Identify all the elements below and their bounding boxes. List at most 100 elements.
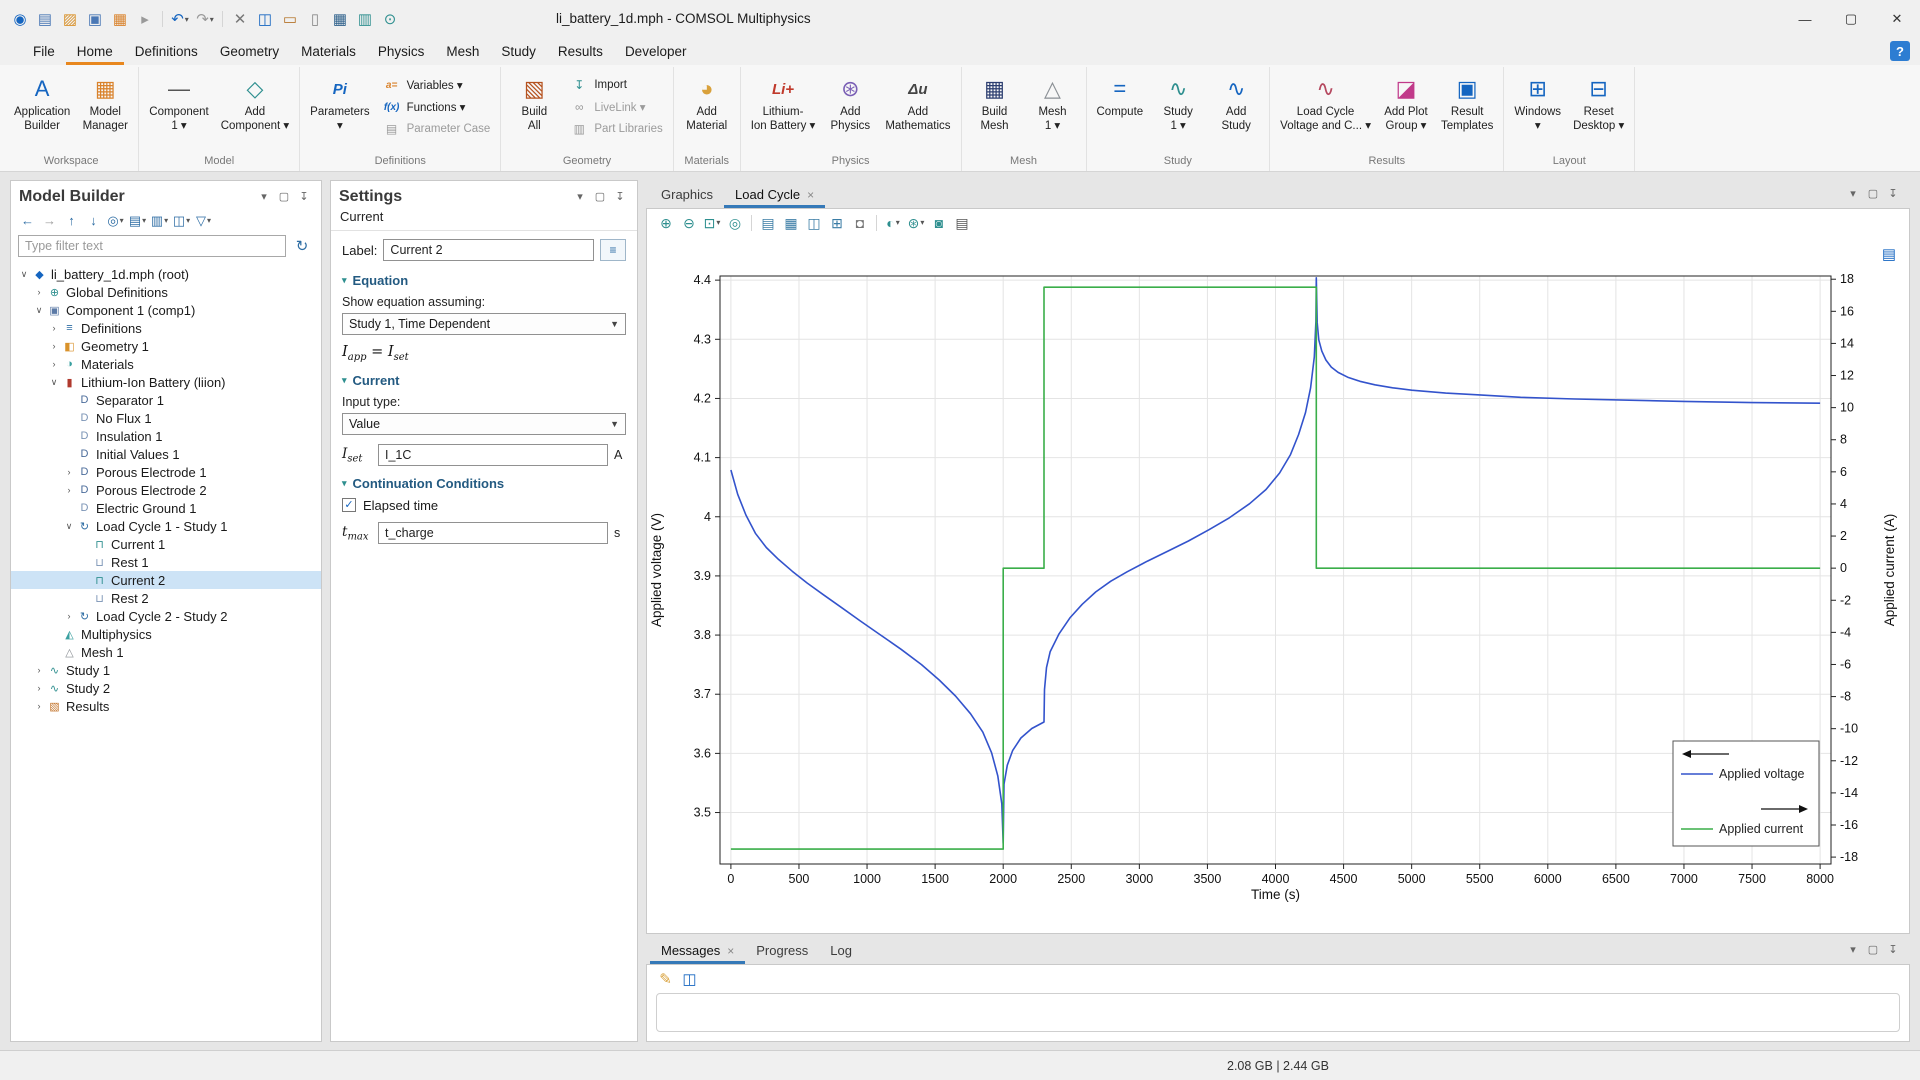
filter-input[interactable]	[18, 235, 286, 257]
grid-icon[interactable]: ▦	[780, 212, 802, 233]
tree-node-porous-electrode-2[interactable]: ›DPorous Electrode 2	[11, 481, 321, 499]
comsol-logo[interactable]: ◉	[8, 7, 32, 31]
label-input[interactable]	[383, 239, 594, 261]
ribbon-functions[interactable]: f(x)Functions ▾	[377, 97, 496, 117]
lock-icon[interactable]: ◘	[849, 212, 871, 233]
collapse-arrow-icon[interactable]: ∨	[17, 269, 31, 280]
collapse-arrow-icon[interactable]: ∨	[47, 377, 61, 388]
ribbon-study-1[interactable]: ∿Study 1 ▾	[1150, 70, 1206, 137]
color-theme-icon[interactable]: ◐▾	[882, 212, 904, 233]
menu-materials[interactable]: Materials	[290, 40, 367, 65]
expand-arrow-icon[interactable]: ›	[47, 323, 61, 333]
undo-icon[interactable]: ↶▾	[168, 7, 192, 31]
ribbon-add-mathematics[interactable]: ΔuAdd Mathematics	[880, 70, 955, 137]
back-icon[interactable]: ←	[17, 210, 38, 230]
forward-icon[interactable]: →	[39, 210, 60, 230]
tab-load-cycle[interactable]: Load Cycle×	[724, 183, 825, 208]
paste-icon[interactable]: ▭	[278, 7, 302, 31]
model-manager-icon[interactable]: ▦	[108, 7, 132, 31]
ribbon-compute[interactable]: =Compute	[1092, 70, 1149, 137]
ribbon-reset-desktop[interactable]: ⊟Reset Desktop ▾	[1568, 70, 1629, 137]
tree-node-li-battery-1d-mph-root[interactable]: ∨◆li_battery_1d.mph (root)	[11, 265, 321, 283]
ribbon-add-plot-group[interactable]: ◪Add Plot Group ▾	[1378, 70, 1434, 137]
help-button[interactable]: ?	[1890, 41, 1910, 61]
menu-geometry[interactable]: Geometry	[209, 40, 290, 65]
ribbon-component-1[interactable]: ―Component 1 ▾	[144, 70, 213, 137]
tree-node-porous-electrode-1[interactable]: ›DPorous Electrode 1	[11, 463, 321, 481]
ribbon-livelink[interactable]: ∞LiveLink ▾	[564, 97, 667, 117]
menu-study[interactable]: Study	[490, 40, 547, 65]
elapsed-time-checkbox[interactable]: ✓	[342, 498, 356, 512]
detach-icon[interactable]: ▢	[275, 188, 293, 206]
expand-arrow-icon[interactable]: ›	[32, 683, 46, 693]
close-button[interactable]: ✕	[1874, 0, 1920, 38]
expand-arrow-icon[interactable]: ›	[32, 701, 46, 711]
tree-node-lithium-ion-battery-liion[interactable]: ∨▮Lithium-Ion Battery (liion)	[11, 373, 321, 391]
ribbon-windows[interactable]: ⊞Windows ▾	[1509, 70, 1566, 137]
split-view-icon[interactable]: ◫	[803, 212, 825, 233]
expand-arrow-icon[interactable]: ›	[62, 611, 76, 621]
tab-log[interactable]: Log	[819, 939, 863, 964]
show-options-icon[interactable]: ◎▾	[105, 210, 126, 230]
pin-icon[interactable]: ↧	[611, 188, 629, 206]
run-icon[interactable]: ▸	[133, 7, 157, 31]
tree-node-global-definitions[interactable]: ›⊕Global Definitions	[11, 283, 321, 301]
tree-node-mesh-1[interactable]: △Mesh 1	[11, 643, 321, 661]
tree-node-insulation-1[interactable]: DInsulation 1	[11, 427, 321, 445]
expand-arrow-icon[interactable]: ›	[47, 341, 61, 351]
go-to-default-view-icon[interactable]: ◎	[724, 212, 746, 233]
refresh-icon[interactable]: ↻	[290, 234, 314, 258]
equation-study-dropdown[interactable]: Study 1, Time Dependent ▼	[342, 313, 626, 335]
tree-node-no-flux-1[interactable]: DNo Flux 1	[11, 409, 321, 427]
delete-icon[interactable]: ▯	[303, 7, 327, 31]
ribbon-model-manager[interactable]: ▦Model Manager	[77, 70, 133, 137]
input-type-dropdown[interactable]: Value ▼	[342, 413, 626, 435]
tree-node-definitions[interactable]: ›≡Definitions	[11, 319, 321, 337]
pin-icon[interactable]: ↧	[295, 188, 313, 206]
save-icon[interactable]: ▣	[83, 7, 107, 31]
ribbon-lithium-ion-battery[interactable]: Li+Lithium- Ion Battery ▾	[746, 70, 821, 137]
table-icon[interactable]: ▦	[328, 7, 352, 31]
redo-icon[interactable]: ↷▾	[193, 7, 217, 31]
plot-canvas[interactable]: 0500100015002000250030003500400045005000…	[647, 236, 1909, 933]
expand-arrow-icon[interactable]: ›	[32, 665, 46, 675]
tree-node-rest-1[interactable]: ⊔Rest 1	[11, 553, 321, 571]
menu-physics[interactable]: Physics	[367, 40, 436, 65]
ribbon-import[interactable]: ↧Import	[564, 75, 667, 95]
tree-node-multiphysics[interactable]: ◭Multiphysics	[11, 625, 321, 643]
detach-icon[interactable]: ▢	[1864, 185, 1882, 203]
section-continuation-conditions[interactable]: ▾ Continuation Conditions	[342, 476, 626, 491]
close-icon[interactable]: ×	[727, 944, 734, 958]
zoom-out-icon[interactable]: ⊖	[678, 212, 700, 233]
cut-icon[interactable]: ✕	[228, 7, 252, 31]
detach-icon[interactable]: ▢	[591, 188, 609, 206]
menu-developer[interactable]: Developer	[614, 40, 698, 65]
plot-in-window-icon[interactable]: ⊞	[826, 212, 848, 233]
close-icon[interactable]: ×	[807, 188, 814, 202]
tree-node-load-cycle-1-study-1[interactable]: ∨↻Load Cycle 1 - Study 1	[11, 517, 321, 535]
ribbon-add-physics[interactable]: ⊛Add Physics	[822, 70, 878, 137]
move-up-icon[interactable]: ↑	[61, 210, 82, 230]
axes-icon[interactable]: ▤	[757, 212, 779, 233]
menu-mesh[interactable]: Mesh	[435, 40, 490, 65]
ribbon-variables[interactable]: a=Variables ▾	[377, 75, 496, 95]
minimize-button[interactable]: —	[1782, 0, 1828, 38]
open-icon[interactable]: ▨	[58, 7, 82, 31]
tree-node-current-2[interactable]: ⊓Current 2	[11, 571, 321, 589]
menu-file[interactable]: File	[22, 40, 66, 65]
collapse-arrow-icon[interactable]: ∨	[32, 305, 46, 316]
new-file-icon[interactable]: ▤	[33, 7, 57, 31]
scene-settings-icon[interactable]: ⊛▾	[905, 212, 927, 233]
zoom-extents-icon[interactable]: ⊡▾	[701, 212, 723, 233]
tree-node-results[interactable]: ›▧Results	[11, 697, 321, 715]
ribbon-build-all[interactable]: ▧Build All	[506, 70, 562, 137]
ribbon-add-material[interactable]: ◕Add Material	[679, 70, 735, 137]
ribbon-load-cycle-voltage-and-c[interactable]: ∿Load Cycle Voltage and C... ▾	[1275, 70, 1376, 137]
tree-node-initial-values-1[interactable]: DInitial Values 1	[11, 445, 321, 463]
tab-messages[interactable]: Messages×	[650, 939, 745, 964]
columns-icon[interactable]: ◫▾	[171, 210, 192, 230]
menu-results[interactable]: Results	[547, 40, 614, 65]
collapse-icon[interactable]: ▾	[571, 188, 589, 206]
plot-shortcut-icon[interactable]: ▤	[1877, 242, 1901, 266]
ribbon-parameters[interactable]: PiParameters ▾	[305, 70, 374, 137]
